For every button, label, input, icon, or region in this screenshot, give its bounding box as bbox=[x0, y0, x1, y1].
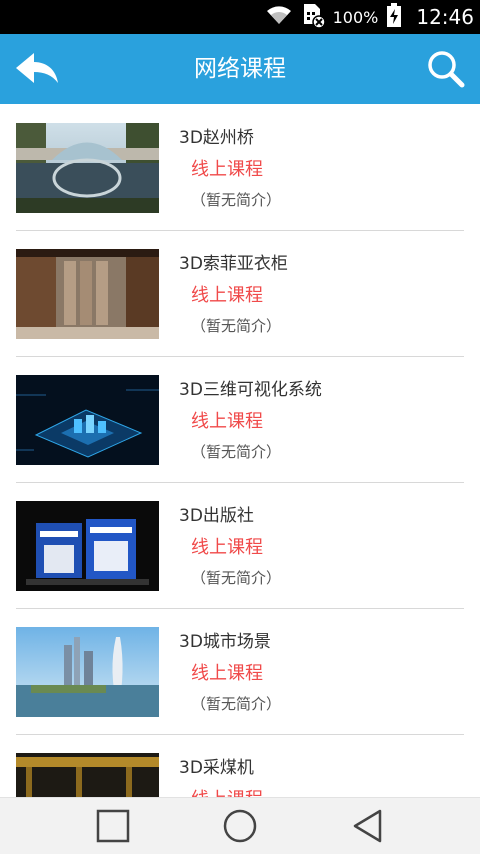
course-intro: （暂无简介） bbox=[191, 569, 282, 587]
course-thumbnail bbox=[16, 753, 159, 797]
back-nav-button[interactable] bbox=[350, 808, 386, 844]
battery-percent: 100% bbox=[332, 7, 379, 27]
course-type-label: 线上课程 bbox=[191, 285, 263, 306]
course-thumbnail bbox=[16, 627, 159, 717]
course-name: 3D三维可视化系统 bbox=[179, 380, 322, 400]
course-name: 3D城市场景 bbox=[179, 632, 271, 652]
course-item[interactable]: 3D赵州桥 线上课程 （暂无简介） bbox=[16, 104, 464, 231]
course-list: 3D赵州桥 线上课程 （暂无简介） 3D索菲亚衣柜 线上课程 （暂无简介） 3D… bbox=[0, 104, 480, 797]
course-item[interactable]: 3D城市场景 线上课程 （暂无简介） bbox=[16, 608, 464, 735]
search-icon bbox=[428, 51, 465, 88]
system-nav-bar bbox=[0, 797, 480, 854]
course-type-label: 线上课程 bbox=[191, 785, 263, 797]
course-item[interactable]: 3D出版社 线上课程 （暂无简介） bbox=[16, 482, 464, 609]
course-intro: （暂无简介） bbox=[191, 317, 282, 335]
course-name: 3D索菲亚衣柜 bbox=[179, 254, 288, 274]
sim-off-icon bbox=[301, 2, 326, 32]
course-name: 3D赵州桥 bbox=[179, 128, 254, 148]
status-bar: 100% 12:46 bbox=[0, 0, 480, 34]
back-triangle-icon bbox=[353, 809, 382, 843]
course-thumbnail bbox=[16, 249, 159, 339]
course-thumbnail bbox=[16, 123, 159, 213]
course-item[interactable]: 3D采煤机 线上课程 bbox=[16, 734, 464, 797]
app-header: 网络课程 bbox=[0, 34, 480, 104]
recent-apps-button[interactable] bbox=[95, 808, 131, 844]
course-type-label: 线上课程 bbox=[191, 663, 263, 684]
course-type-label: 线上课程 bbox=[191, 537, 263, 558]
course-thumbnail bbox=[16, 501, 159, 591]
course-name: 3D出版社 bbox=[179, 506, 254, 526]
battery-charging-icon bbox=[386, 2, 402, 32]
clock: 12:46 bbox=[416, 5, 474, 29]
course-intro: （暂无简介） bbox=[191, 443, 282, 461]
status-bar-right: 100% 12:46 bbox=[265, 0, 476, 34]
course-item[interactable]: 3D三维可视化系统 线上课程 （暂无简介） bbox=[16, 356, 464, 483]
course-name: 3D采煤机 bbox=[179, 758, 254, 778]
home-button[interactable] bbox=[222, 808, 258, 844]
search-button[interactable] bbox=[426, 49, 466, 89]
course-item[interactable]: 3D索菲亚衣柜 线上课程 （暂无简介） bbox=[16, 230, 464, 357]
home-icon bbox=[223, 809, 257, 843]
recent-apps-icon bbox=[96, 809, 130, 843]
course-thumbnail bbox=[16, 375, 159, 465]
course-type-label: 线上课程 bbox=[191, 411, 263, 432]
wifi-icon bbox=[265, 4, 293, 30]
course-intro: （暂无简介） bbox=[191, 191, 282, 209]
course-type-label: 线上课程 bbox=[191, 159, 263, 180]
course-intro: （暂无简介） bbox=[191, 695, 282, 713]
page-title: 网络课程 bbox=[194, 56, 286, 82]
